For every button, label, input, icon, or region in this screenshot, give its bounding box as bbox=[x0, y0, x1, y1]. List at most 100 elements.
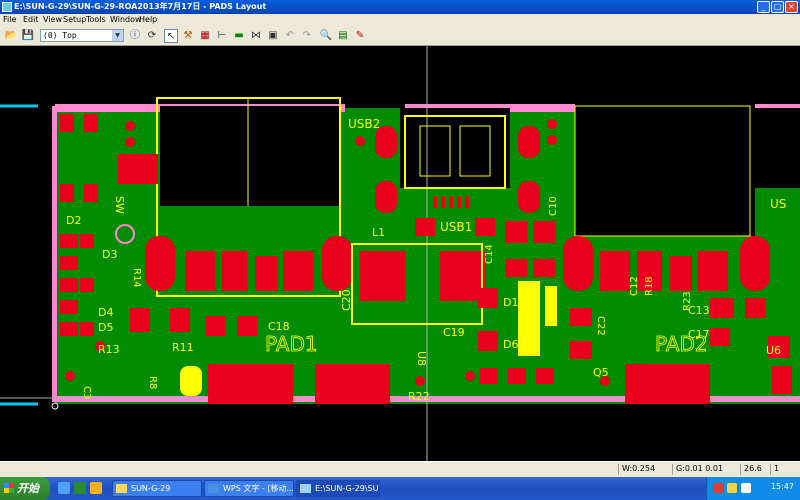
task-label: SUN-G-29 bbox=[131, 484, 171, 493]
save-icon[interactable]: 💾 bbox=[21, 29, 35, 43]
menu-window[interactable]: Window bbox=[110, 15, 142, 24]
via bbox=[125, 137, 135, 147]
ref-d5: D5 bbox=[98, 321, 113, 334]
menu-edit[interactable]: Edit bbox=[23, 15, 39, 24]
undo-icon[interactable]: ↶ bbox=[283, 29, 297, 43]
ref-c3: C3 bbox=[81, 386, 92, 399]
ecoruler-icon[interactable]: ▦ bbox=[198, 29, 212, 43]
pad-smd bbox=[533, 221, 555, 243]
pad-usb2 bbox=[375, 181, 397, 213]
info-icon[interactable]: ⓘ bbox=[128, 29, 142, 43]
menu-help[interactable]: Help bbox=[139, 15, 157, 24]
pad-usb1 bbox=[518, 181, 540, 213]
ref-c10: C10 bbox=[548, 196, 559, 216]
status-x: 26.6 bbox=[740, 464, 770, 475]
ref-usb2: USB2 bbox=[348, 117, 380, 131]
quicklaunch-icon[interactable] bbox=[90, 482, 102, 494]
pad-smd bbox=[508, 368, 526, 384]
drafting-icon[interactable]: ▬ bbox=[232, 29, 246, 43]
usb-pin bbox=[433, 196, 437, 208]
pad-led bbox=[80, 278, 94, 292]
minimize-button[interactable]: _ bbox=[757, 1, 770, 13]
open-icon[interactable]: 📂 bbox=[4, 29, 18, 43]
menu-tools[interactable]: Tools bbox=[86, 15, 106, 24]
via bbox=[355, 136, 365, 146]
route-icon[interactable]: ⋈ bbox=[249, 29, 263, 43]
chevron-down-icon[interactable]: ▼ bbox=[112, 30, 123, 41]
pad-smd bbox=[710, 328, 730, 346]
ref-c20: C20 bbox=[340, 289, 353, 311]
pad-smd bbox=[533, 259, 555, 277]
menu-bar: File Edit View Setup Tools Window Help bbox=[0, 14, 800, 26]
menu-view[interactable]: View bbox=[43, 15, 62, 24]
ref-c12: C12 bbox=[629, 276, 640, 296]
ref-c22: C22 bbox=[595, 316, 606, 336]
refresh-icon[interactable]: ⟳ bbox=[145, 29, 159, 43]
ref-pad1: PAD1 bbox=[265, 332, 318, 356]
tray-icon[interactable] bbox=[713, 483, 723, 493]
usb-pin bbox=[441, 196, 445, 208]
usb-pin bbox=[449, 196, 453, 208]
layer-select[interactable]: (0) Top ▼ bbox=[40, 29, 124, 42]
task-pads[interactable]: E:\SUN-G-29\SUN-... bbox=[296, 480, 380, 497]
menu-file[interactable]: File bbox=[3, 15, 16, 24]
clock: 15:47 bbox=[770, 482, 794, 491]
windows-logo-icon bbox=[4, 483, 14, 493]
window-title: E:\SUN-G-29\SUN-G-29-ROA2013年7月17日 - PAD… bbox=[14, 2, 267, 11]
pcb-canvas[interactable]: USB2 USB1 SW D2 D3 R14 D4 D5 R13 R11 R8 … bbox=[0, 46, 800, 461]
maximize-button[interactable]: □ bbox=[771, 1, 784, 13]
volume-icon[interactable] bbox=[741, 483, 751, 493]
ref-r8: R8 bbox=[147, 376, 158, 389]
ref-r11: R11 bbox=[172, 341, 194, 354]
task-folder[interactable]: SUN-G-29 bbox=[112, 480, 202, 497]
menu-setup[interactable]: Setup bbox=[63, 15, 86, 24]
show-desktop-icon[interactable] bbox=[58, 482, 70, 494]
zoom-icon[interactable]: 🔍 bbox=[319, 29, 333, 43]
redo-icon[interactable]: ↷ bbox=[300, 29, 314, 43]
ref-u6: U6 bbox=[766, 344, 781, 357]
pad-smd bbox=[170, 308, 190, 332]
diode-body-yellow bbox=[545, 286, 557, 326]
close-button[interactable]: × bbox=[785, 1, 798, 13]
ref-u8: U8 bbox=[415, 351, 428, 366]
diode-body-yellow bbox=[518, 281, 540, 356]
ref-r22: R22 bbox=[408, 390, 430, 403]
app-icon bbox=[2, 2, 12, 12]
quicklaunch-icon[interactable] bbox=[74, 482, 86, 494]
pad-smd bbox=[480, 368, 498, 384]
start-button[interactable]: 开始 bbox=[0, 477, 50, 500]
pad-oval-yellow bbox=[180, 366, 202, 396]
task-wps[interactable]: WPS 文字 - [移动... bbox=[204, 480, 294, 497]
board-outline-left bbox=[52, 106, 57, 402]
pad-smd bbox=[118, 154, 158, 184]
switch-cutout-left bbox=[160, 106, 340, 206]
right-cutout bbox=[750, 108, 800, 188]
system-tray: 15:47 bbox=[706, 477, 800, 500]
pcb-layout-drawing[interactable]: USB2 USB1 SW D2 D3 R14 D4 D5 R13 R11 R8 … bbox=[0, 46, 800, 461]
picture-icon[interactable]: ▤ bbox=[336, 29, 350, 43]
brush-icon[interactable]: ✎ bbox=[353, 29, 367, 43]
pad-smd bbox=[84, 114, 98, 132]
select-arrow-icon[interactable]: ↖ bbox=[164, 29, 178, 43]
pad-smd bbox=[478, 288, 498, 308]
ref-q5: Q5 bbox=[593, 366, 609, 379]
usb-pin bbox=[457, 196, 461, 208]
tray-icon[interactable] bbox=[727, 483, 737, 493]
pad-oval bbox=[563, 236, 593, 291]
ref-d6: D6 bbox=[503, 338, 518, 351]
design-toolbar-icon[interactable]: ⚒ bbox=[181, 29, 195, 43]
ref-r14: R14 bbox=[131, 268, 142, 288]
ref-d2: D2 bbox=[66, 214, 81, 227]
usb-cutout bbox=[400, 108, 510, 188]
pad-smd bbox=[205, 316, 225, 336]
chip-icon[interactable]: ▣ bbox=[266, 29, 280, 43]
pad-oval bbox=[322, 236, 352, 291]
pad-led bbox=[80, 322, 94, 336]
ref-d1: D1 bbox=[503, 296, 518, 309]
pad-smd bbox=[60, 114, 74, 132]
dimension-icon[interactable]: ⊢ bbox=[215, 29, 229, 43]
title-bar[interactable]: E:\SUN-G-29\SUN-G-29-ROA2013年7月17日 - PAD… bbox=[0, 0, 800, 14]
pad-led bbox=[60, 278, 78, 292]
pad-smd bbox=[478, 331, 498, 351]
pad-led bbox=[60, 300, 78, 314]
